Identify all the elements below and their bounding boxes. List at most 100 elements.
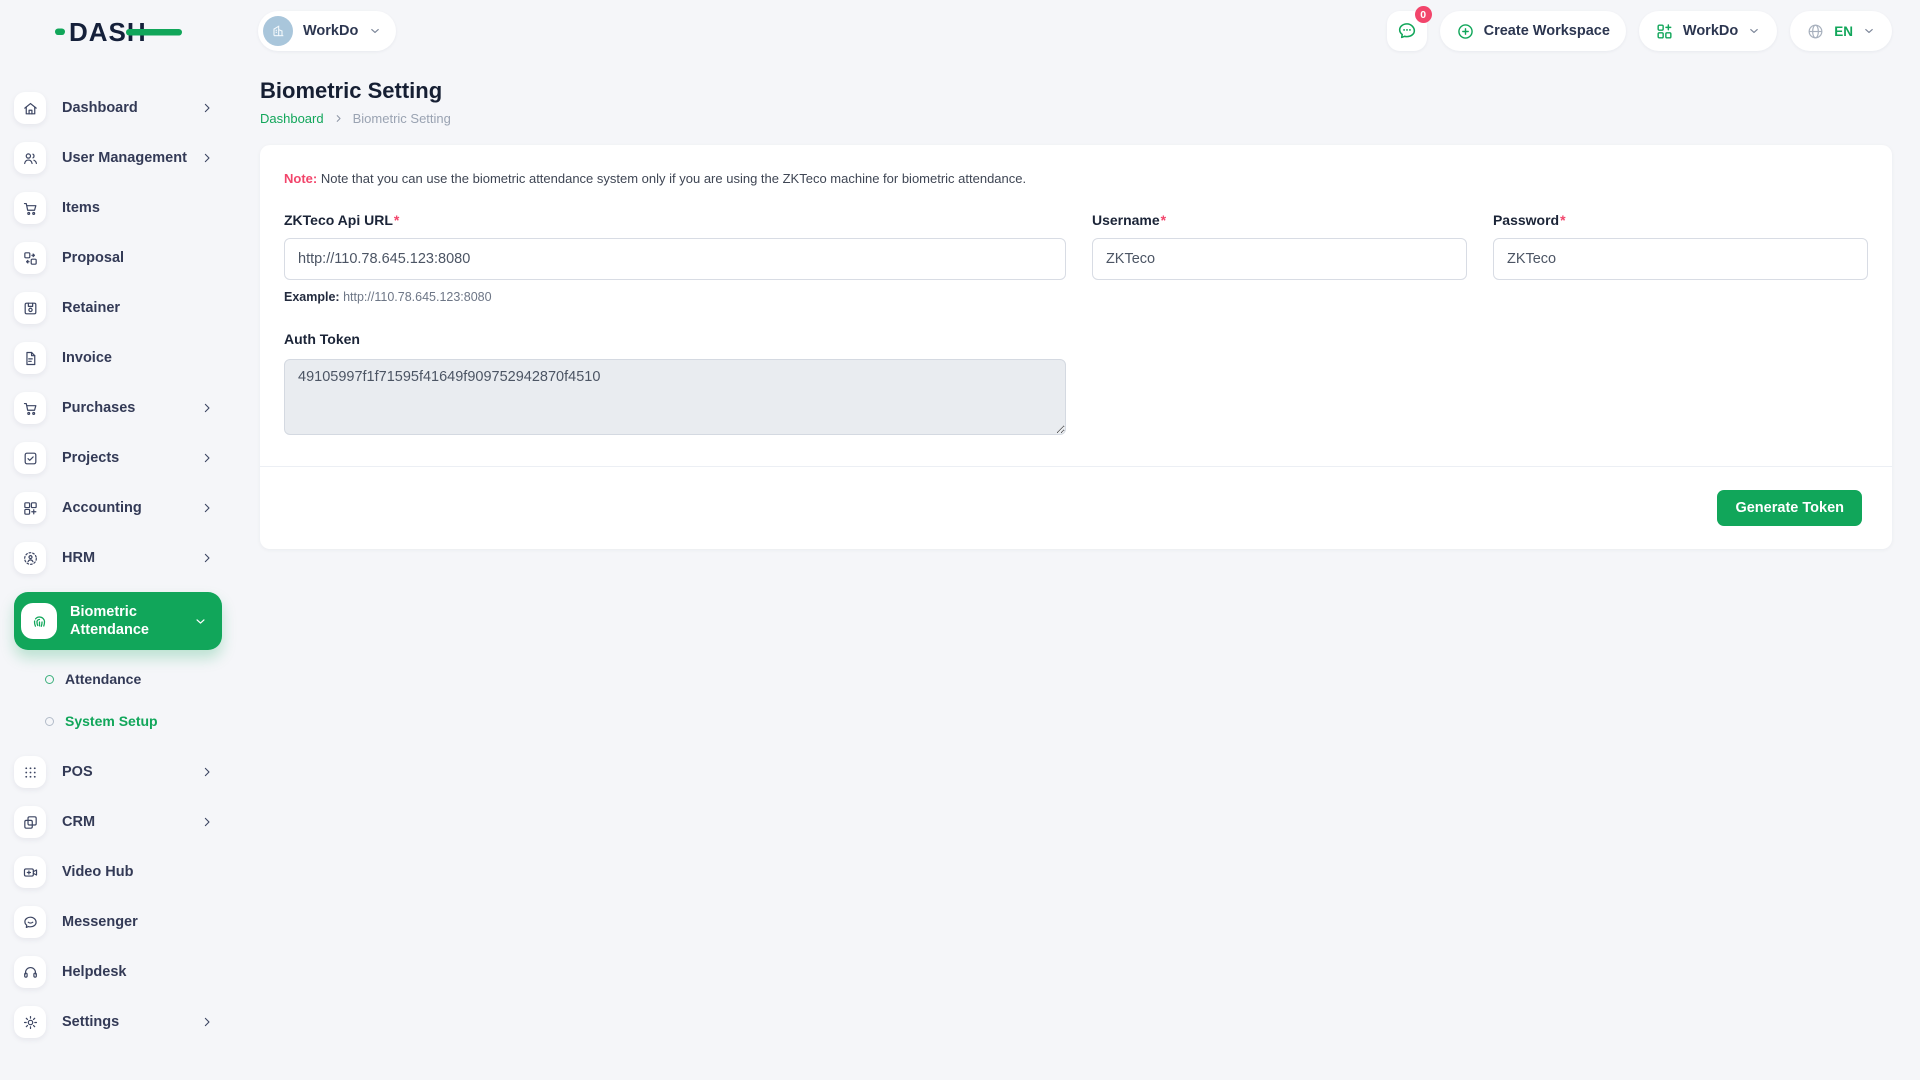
password-input[interactable] [1493,238,1868,280]
language-selector[interactable]: EN [1790,11,1892,51]
sidebar-item-label: Purchases [62,400,200,416]
sidebar-item-messenger[interactable]: Messenger [14,906,222,938]
sidebar-item-purchases[interactable]: Purchases [14,392,222,424]
cart-icon [14,192,46,224]
password-label: Password* [1493,212,1868,228]
sidebar-item-label: Projects [62,450,200,466]
note-text: Note that you can use the biometric atte… [321,171,1026,186]
sidebar-item-label: Helpdesk [62,964,222,980]
sidebar-item-video-hub[interactable]: Video Hub [14,856,222,888]
app-menu-dropdown[interactable]: WorkDo [1639,11,1777,51]
chevron-right-icon [200,501,214,515]
sidebar-item-invoice[interactable]: Invoice [14,342,222,374]
swap-boxes-icon [14,242,46,274]
top-bar: DASH WorkDo 0 Create Workspace [0,0,1920,62]
sidebar: Dashboard User Management Items Proposal [0,62,232,1072]
sidebar-item-crm[interactable]: CRM [14,806,222,838]
sidebar-item-retainer[interactable]: Retainer [14,292,222,324]
password-field-group: Password* [1493,212,1868,304]
breadcrumb-current: Biometric Setting [353,111,451,126]
app-menu-label: WorkDo [1683,23,1738,39]
sidebar-item-hrm[interactable]: HRM [14,542,222,574]
sidebar-item-label: Dashboard [62,100,200,116]
api-url-example: Example: http://110.78.645.123:8080 [284,290,1066,304]
chevron-right-icon [200,451,214,465]
chevron-right-icon [200,401,214,415]
main-content: Biometric Setting Dashboard Biometric Se… [232,62,1920,549]
chevron-right-icon [200,765,214,779]
create-workspace-button[interactable]: Create Workspace [1440,11,1626,51]
cart-icon [14,392,46,424]
auth-token-textarea[interactable]: 49105997f1f71595f41649f909752942870f4510 [284,359,1066,435]
api-url-label: ZKTeco Api URL* [284,212,1066,228]
gear-icon [14,1006,46,1038]
username-field-group: Username* [1092,212,1467,304]
subitem-label: System Setup [65,713,158,729]
generate-token-button[interactable]: Generate Token [1717,490,1862,526]
chevron-right-icon [200,101,214,115]
required-marker: * [1161,212,1166,228]
sidebar-item-biometric-attendance[interactable]: Biometric Attendance [14,592,222,650]
top-bar-actions: 0 Create Workspace WorkDo EN [1387,11,1892,51]
sidebar-item-proposal[interactable]: Proposal [14,242,222,274]
workspace-avatar [263,16,293,46]
sidebar-item-helpdesk[interactable]: Helpdesk [14,956,222,988]
sidebar-item-label: Biometric Attendance [70,603,193,639]
username-label: Username* [1092,212,1467,228]
document-icon [14,342,46,374]
chevron-down-icon [193,614,208,629]
globe-icon [1806,22,1825,41]
breadcrumb-dashboard-link[interactable]: Dashboard [260,111,324,126]
chevron-right-icon [333,113,344,124]
page-title: Biometric Setting [260,78,1892,104]
subitem-label: Attendance [65,671,141,687]
credentials-form-row: ZKTeco Api URL* Example: http://110.78.6… [284,212,1868,304]
workspace-switcher[interactable]: WorkDo [258,11,396,51]
chevron-right-icon [200,551,214,565]
sidebar-subitem-attendance[interactable]: Attendance [14,658,222,700]
notification-badge: 0 [1415,6,1432,23]
video-camera-icon [14,856,46,888]
sidebar-item-items[interactable]: Items [14,192,222,224]
chevron-right-icon [200,1015,214,1029]
sidebar-item-label: Video Hub [62,864,222,880]
sidebar-item-dashboard[interactable]: Dashboard [14,92,222,124]
card-footer: Generate Token [260,466,1892,549]
sidebar-item-label: Items [62,200,222,216]
app-logo[interactable]: DASH [0,13,232,49]
grid-apps-icon [1655,22,1674,41]
sidebar-item-label: Accounting [62,500,200,516]
chevron-right-icon [200,815,214,829]
chevron-right-icon [200,151,214,165]
messages-button[interactable]: 0 [1387,11,1427,51]
auth-token-label: Auth Token [284,331,1066,347]
sidebar-item-projects[interactable]: Projects [14,442,222,474]
api-url-input[interactable] [284,238,1066,280]
note-label: Note: [284,171,317,186]
bullet-ring-icon [45,717,54,726]
sidebar-item-label: Settings [62,1014,200,1030]
overlap-squares-icon [14,806,46,838]
chat-bubble-icon [1396,20,1418,42]
sidebar-item-accounting[interactable]: Accounting [14,492,222,524]
save-disk-icon [14,292,46,324]
sidebar-item-pos[interactable]: POS [14,756,222,788]
biometric-setting-card: Note: Note that you can use the biometri… [260,145,1892,549]
sidebar-item-label: POS [62,764,200,780]
note-text-block: Note: Note that you can use the biometri… [284,171,1868,186]
auth-token-field-group: Auth Token 49105997f1f71595f41649f909752… [284,331,1066,440]
sidebar-item-user-management[interactable]: User Management [14,142,222,174]
building-icon [270,23,286,39]
sidebar-subitem-system-setup[interactable]: System Setup [14,700,222,742]
sidebar-item-label: CRM [62,814,200,830]
headset-icon [14,956,46,988]
required-marker: * [1560,212,1565,228]
sidebar-item-label: Proposal [62,250,222,266]
check-square-icon [14,442,46,474]
username-input[interactable] [1092,238,1467,280]
grid-plus-icon [14,492,46,524]
chat-bubble-icon [14,906,46,938]
required-marker: * [394,212,399,228]
sidebar-item-settings[interactable]: Settings [14,1006,222,1038]
chevron-down-icon [1862,24,1876,38]
